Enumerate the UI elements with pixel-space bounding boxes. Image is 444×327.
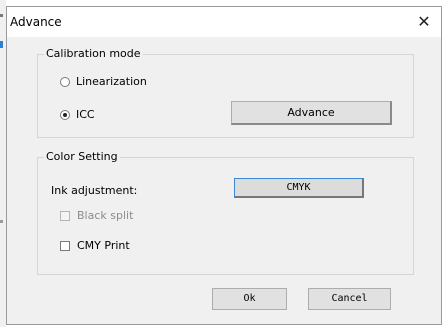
cmyk-button[interactable]: CMYK [234,178,364,198]
cmy-print-checkbox[interactable]: CMY Print [60,239,130,252]
black-split-label: Black split [77,209,134,222]
background-mark [0,220,3,223]
background-mark [0,41,3,48]
cmy-print-label: CMY Print [77,239,130,252]
checkbox-icon [60,210,70,221]
cancel-button[interactable]: Cancel [308,288,391,310]
title-bar: Advance ✕ [7,7,441,37]
icc-radio[interactable]: ICC [60,108,95,121]
black-split-checkbox: Black split [60,209,133,222]
color-setting-label: Color Setting [44,150,120,163]
ok-button[interactable]: Ok [212,288,287,310]
background-mark [0,14,3,17]
checkbox-icon [60,240,70,251]
calibration-mode-label: Calibration mode [44,47,143,60]
calibration-mode-group: Calibration mode [37,47,414,138]
icc-label: ICC [76,108,95,121]
linearization-radio[interactable]: Linearization [60,75,147,88]
linearization-label: Linearization [76,75,147,88]
radio-unselected-icon [60,76,70,87]
advance-button[interactable]: Advance [231,101,392,125]
close-icon[interactable]: ✕ [413,11,435,33]
advance-dialog: Advance ✕ Calibration mode Linearization… [6,6,442,325]
ink-adjustment-label: Ink adjustment: [51,184,138,197]
dialog-title: Advance [10,15,62,29]
radio-selected-icon [60,109,70,120]
